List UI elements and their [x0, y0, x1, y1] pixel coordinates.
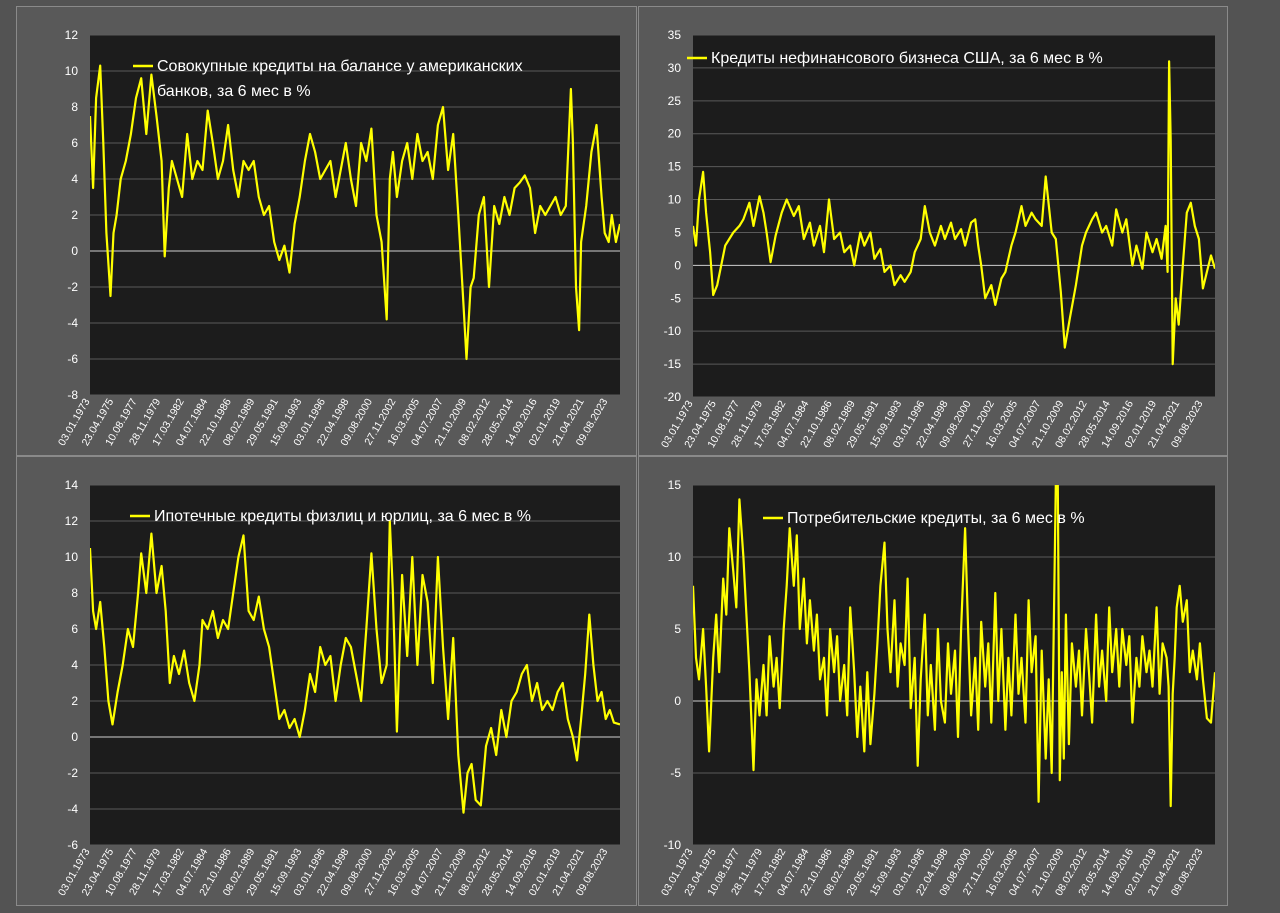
- y-tick-label: 35: [668, 28, 682, 42]
- y-tick-label: 12: [65, 514, 79, 528]
- y-tick-label: 25: [668, 94, 682, 108]
- y-tick-label: -2: [67, 280, 78, 294]
- y-tick-label: -6: [67, 352, 78, 366]
- y-tick-label: 15: [668, 160, 682, 174]
- y-tick-label: -20: [664, 390, 682, 404]
- y-tick-label: 20: [668, 127, 682, 141]
- y-tick-label: -15: [664, 357, 682, 371]
- y-tick-label: 30: [668, 61, 682, 75]
- y-tick-label: 0: [674, 694, 681, 708]
- y-tick-label: -8: [67, 388, 78, 402]
- chart-title-line: Кредиты нефинансового бизнеса США, за 6 …: [711, 50, 1103, 67]
- y-tick-label: 6: [71, 622, 78, 636]
- y-tick-label: 10: [65, 64, 79, 78]
- chart-total-loans-svg: -8-6-4-202468101203.01.197323.04.197510.…: [56, 28, 620, 448]
- chart-business-loans-svg: -20-15-10-50510152025303503.01.197323.04…: [659, 28, 1215, 450]
- y-tick-label: -10: [664, 324, 682, 338]
- chart-panel-total-loans: -8 -6 -4 -2 0 2 4 6 8 10 12 03.01.1973 23.04.1975 10.…: [16, 6, 637, 456]
- y-tick-label: 8: [71, 100, 78, 114]
- y-tick-label: 2: [71, 694, 78, 708]
- chart-consumer-loans-svg: -10-505101503.01.197323.04.197510.08.197…: [659, 478, 1215, 898]
- y-tick-label: -6: [67, 838, 78, 852]
- y-tick-label: 10: [668, 193, 682, 207]
- chart-panel-consumer-loans: -10 -5 0 5 10 15 03.01.1973 23.04.1975 10.08.197…: [638, 456, 1228, 906]
- y-tick-label: 8: [71, 586, 78, 600]
- y-tick-label: 15: [668, 478, 682, 492]
- chart-mortgage-loans-svg: -6-4-20246810121403.01.197323.04.197510.…: [56, 478, 620, 898]
- y-tick-label: 2: [71, 208, 78, 222]
- y-tick-label: -2: [67, 766, 78, 780]
- chart-title-line: Ипотечные кредиты физлиц и юрлиц, за 6 м…: [154, 508, 531, 525]
- chart-title-line: Потребительские кредиты, за 6 мес в %: [787, 510, 1085, 527]
- chart-title-line: Совокупные кредиты на балансе у американ…: [157, 58, 523, 75]
- y-tick-label: -4: [67, 316, 78, 330]
- y-tick-label: 10: [65, 550, 79, 564]
- y-tick-label: 5: [674, 622, 681, 636]
- y-tick-label: 12: [65, 28, 79, 42]
- y-tick-label: -10: [664, 838, 682, 852]
- y-tick-label: 0: [71, 244, 78, 258]
- chart-panel-business-loans: -20 -15 -10 -5 0 5 10 15 20 25 30 35 03.01.1973 23.04…: [638, 6, 1228, 456]
- y-tick-label: 0: [71, 730, 78, 744]
- y-tick-label: 14: [65, 478, 79, 492]
- y-tick-label: 4: [71, 172, 78, 186]
- y-tick-label: -5: [670, 766, 681, 780]
- y-tick-label: -5: [670, 291, 681, 305]
- y-tick-label: 0: [674, 258, 681, 272]
- chart-panel-mortgage-loans: -6 -4 -2 0 2 4 6 8 10 12 14 03.01.1973 23.04.1975 10.…: [16, 456, 637, 906]
- y-tick-label: 4: [71, 658, 78, 672]
- y-tick-label: 10: [668, 550, 682, 564]
- chart-title-line: банков, за 6 мес в %: [157, 83, 311, 100]
- plot-area: [693, 35, 1215, 397]
- y-tick-label: -4: [67, 802, 78, 816]
- y-tick-label: 5: [674, 225, 681, 239]
- y-tick-label: 6: [71, 136, 78, 150]
